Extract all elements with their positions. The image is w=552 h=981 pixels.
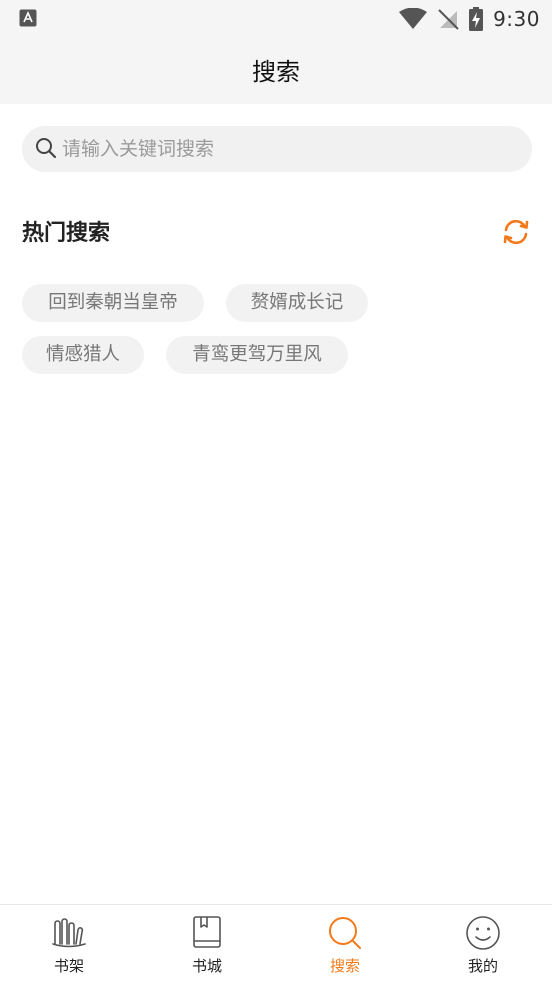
search-bar[interactable]: [22, 126, 532, 172]
bookstore-icon: [193, 916, 221, 948]
wifi-icon: [399, 8, 428, 29]
hot-search-tag[interactable]: 回到秦朝当皇帝: [22, 284, 204, 322]
tab-bookshelf[interactable]: 书架: [0, 905, 138, 981]
hot-search-tag[interactable]: 情感猎人: [22, 336, 144, 374]
bottom-tab-bar: 书架 书城 搜索 我的: [0, 904, 552, 981]
refresh-icon[interactable]: [501, 218, 531, 246]
battery-charging-icon: [469, 7, 484, 31]
tab-label: 书架: [53, 957, 84, 975]
hot-search-tag[interactable]: 赘婿成长记: [226, 284, 368, 322]
bookshelf-icon: [52, 918, 86, 948]
status-bar: 9:30: [0, 0, 552, 38]
page-title: 搜索: [252, 58, 300, 86]
no-signal-icon: [438, 9, 459, 30]
hot-search-tag[interactable]: 青鸾更驾万里风: [166, 336, 348, 374]
tab-bookstore[interactable]: 书城: [138, 905, 276, 981]
tab-search[interactable]: 搜索: [276, 905, 414, 981]
tab-label: 搜索: [329, 957, 360, 975]
profile-icon: [466, 916, 500, 950]
tab-label: 我的: [467, 957, 498, 975]
search-input[interactable]: [62, 126, 522, 172]
search-icon: [36, 138, 57, 159]
status-right: 9:30: [399, 5, 540, 33]
app-notification-icon: [19, 9, 37, 27]
search-icon: [329, 917, 361, 949]
status-time: 9:30: [493, 7, 540, 31]
hot-search-title: 热门搜索: [22, 221, 111, 246]
tab-profile[interactable]: 我的: [414, 905, 552, 981]
tab-label: 书城: [191, 957, 222, 975]
